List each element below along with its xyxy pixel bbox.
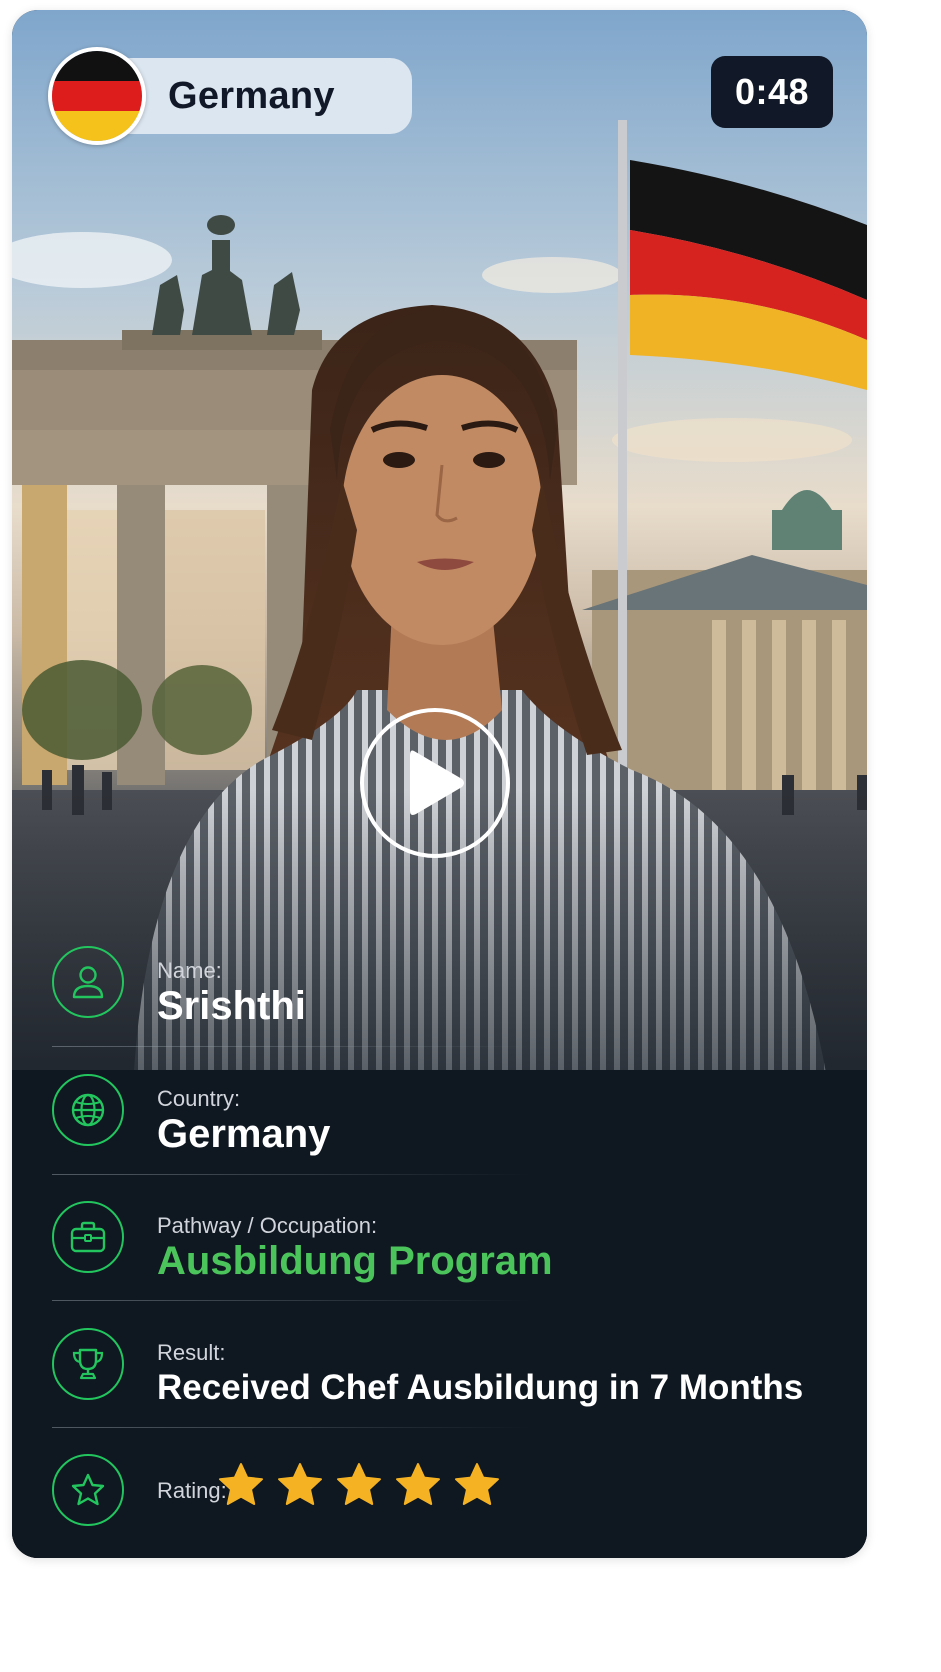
name-row: Name: Srishthi [52,946,812,1028]
result-value: Received Chef Ausbildung in 7 Months [157,1368,804,1407]
country-value: Germany [157,1112,331,1156]
name-value: Srishthi [157,984,306,1028]
star-icon [219,1463,263,1505]
country-pill: Germany [48,47,412,145]
germany-flag-icon [48,47,146,145]
star-icon [278,1463,322,1505]
briefcase-icon [52,1201,124,1273]
result-label: Result: [157,1340,226,1365]
play-icon [410,750,464,815]
trophy-icon [52,1328,124,1400]
rating-label: Rating: [157,1478,227,1503]
result-row: Result: Received Chef Ausbildung in 7 Mo… [52,1328,812,1408]
divider [52,1174,532,1175]
pathway-label: Pathway / Occupation: [157,1213,378,1238]
country-row: Country: Germany [52,1074,812,1156]
video-duration-badge: 0:48 [711,56,833,128]
star-outline-icon [52,1454,124,1526]
globe-icon [52,1074,124,1146]
pathway-row: Pathway / Occupation: Ausbildung Program [52,1201,812,1283]
country-pill-label: Germany [168,74,335,117]
star-icon [455,1463,499,1505]
rating-stars [218,1462,500,1508]
testimonial-card: Germany 0:48 Name: Srishthi Country: Ger… [12,10,867,1558]
star-icon [337,1463,381,1505]
play-button[interactable] [360,708,510,858]
pathway-value: Ausbildung Program [157,1239,553,1283]
name-label: Name: [157,958,222,983]
user-icon [52,946,124,1018]
divider [52,1300,532,1301]
star-icon [396,1463,440,1505]
divider [52,1046,532,1047]
country-label: Country: [157,1086,241,1111]
divider [52,1427,532,1428]
